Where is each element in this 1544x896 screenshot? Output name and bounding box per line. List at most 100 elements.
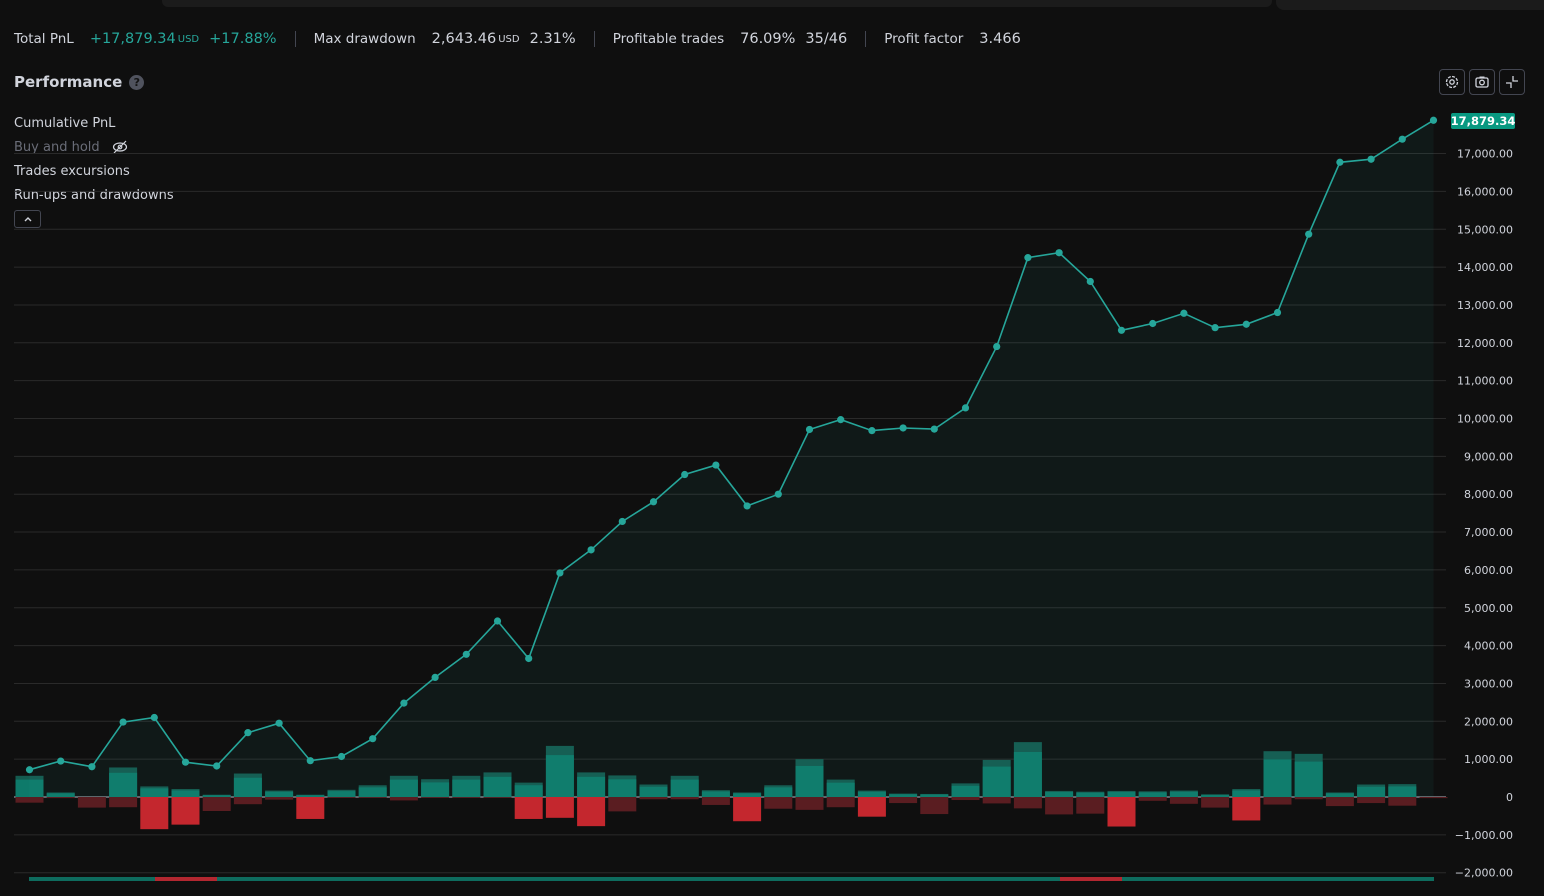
drawdown-bar — [389, 797, 418, 801]
cumulative-pnl-point — [556, 569, 564, 577]
drawdown-bar — [46, 797, 75, 799]
cumulative-pnl-point — [587, 546, 595, 554]
drawdown-bar — [1263, 797, 1292, 805]
drawdown-bar — [265, 797, 294, 800]
y-tick-label: 10,000.00 — [1457, 413, 1513, 426]
y-tick-label: 8,000.00 — [1464, 488, 1513, 501]
cumulative-pnl-point — [462, 650, 470, 658]
drawdown-bar — [920, 797, 949, 815]
drawdown-bar — [15, 797, 44, 803]
y-tick-label: 5,000.00 — [1464, 602, 1513, 615]
drawdown-bar — [639, 797, 668, 800]
drawdown-bar — [857, 797, 886, 817]
cumulative-pnl-point — [181, 758, 190, 766]
cumulative-pnl-point — [712, 461, 720, 469]
y-tick-label: 2,000.00 — [1464, 715, 1513, 728]
cumulative-pnl-point — [1398, 135, 1406, 143]
drawdown-bar — [233, 797, 262, 805]
cumulative-pnl-point — [525, 654, 533, 663]
drawdown-bar — [764, 797, 793, 809]
drawdown-bar — [171, 797, 200, 825]
drawdown-bar — [1388, 797, 1417, 806]
cumulative-pnl-point — [1180, 309, 1188, 317]
cumulative-pnl-point — [899, 424, 907, 432]
drawdown-bar — [77, 797, 106, 808]
cumulative-pnl-point — [961, 404, 970, 412]
drawdown-bar — [1138, 797, 1167, 801]
drawdown-bar — [1294, 797, 1323, 800]
cumulative-pnl-point — [369, 735, 377, 743]
last-value-badge: 17,879.34 — [1450, 113, 1516, 129]
y-tick-label: 3,000.00 — [1464, 677, 1513, 690]
cumulative-pnl-point — [57, 757, 65, 765]
cumulative-pnl-point — [1086, 277, 1094, 286]
drawdown-bar — [1169, 797, 1198, 804]
cumulative-pnl-point — [244, 729, 252, 737]
drawdown-bar — [577, 797, 606, 827]
drawdown-bar — [670, 797, 699, 800]
drawdown-bar — [608, 797, 637, 812]
cumulative-pnl-point — [618, 517, 626, 526]
drawdown-bar — [483, 797, 512, 798]
drawdown-bar — [202, 797, 231, 812]
cumulative-pnl-point — [1429, 116, 1438, 124]
cumulative-pnl-point — [1024, 254, 1032, 262]
timeline-bar — [29, 877, 1434, 881]
drawdown-bar — [545, 797, 574, 818]
drawdown-bar — [358, 797, 387, 798]
performance-chart[interactable]: 17,000.00 16,000.00 15,000.00 14,000.00 13,0… — [0, 0, 1544, 896]
y-tick-label: 1,000.00 — [1464, 753, 1513, 766]
drawdown-bar — [296, 797, 325, 819]
cumulative-pnl-point — [493, 617, 502, 625]
drawdown-bar — [109, 797, 138, 808]
cumulative-pnl-point — [805, 425, 814, 434]
y-tick-label: 4,000.00 — [1464, 640, 1513, 653]
y-tick-label: 6,000.00 — [1464, 564, 1513, 577]
y-tick-label: 7,000.00 — [1464, 526, 1513, 539]
cumulative-pnl-point — [1117, 326, 1126, 334]
cumulative-pnl-point — [930, 425, 938, 433]
cumulative-pnl-point — [306, 757, 314, 765]
y-tick-label: 13,000.00 — [1457, 299, 1513, 312]
y-tick-label: 15,000.00 — [1457, 223, 1513, 236]
cumulative-pnl-point — [1336, 158, 1344, 166]
drawdown-bar — [1357, 797, 1386, 804]
drawdown-bar — [701, 797, 730, 805]
cumulative-pnl-point — [1211, 324, 1219, 332]
timeline-loss-segment — [155, 877, 217, 881]
cumulative-pnl-point — [681, 470, 689, 479]
y-tick-label: 17,000.00 — [1457, 148, 1513, 161]
y-tick-label: 12,000.00 — [1457, 337, 1513, 350]
cumulative-pnl-point — [337, 752, 346, 761]
cumulative-pnl-point — [431, 673, 439, 681]
drawdown-bar — [327, 797, 356, 798]
cumulative-pnl-area — [29, 120, 1434, 798]
cumulative-pnl-point — [275, 719, 283, 727]
cumulative-pnl-point — [119, 718, 127, 726]
drawdown-bar — [826, 797, 855, 808]
cumulative-pnl-point — [743, 502, 751, 510]
drawdown-bar — [795, 797, 824, 810]
cumulative-pnl-point — [649, 498, 658, 506]
cumulative-pnl-point — [837, 416, 845, 424]
y-tick-label: −1,000.00 — [1455, 829, 1513, 842]
cumulative-pnl-point — [150, 713, 158, 722]
cumulative-pnl-point — [1055, 249, 1063, 257]
y-tick-label: 9,000.00 — [1464, 450, 1513, 463]
drawdown-bar — [1013, 797, 1042, 809]
drawdown-bar — [1076, 797, 1105, 814]
y-tick-label: 11,000.00 — [1457, 375, 1513, 388]
drawdown-bar — [421, 797, 450, 798]
timeline-loss-segment — [1060, 877, 1122, 881]
cumulative-pnl-point — [1242, 320, 1250, 328]
cumulative-pnl-point — [1273, 308, 1282, 317]
cumulative-pnl-point — [1149, 319, 1157, 328]
drawdown-bar — [452, 797, 481, 798]
y-tick-label: 14,000.00 — [1457, 261, 1513, 274]
cumulative-pnl-point — [88, 763, 96, 771]
cumulative-pnl-point — [25, 766, 34, 774]
drawdown-bar — [1325, 797, 1354, 807]
cumulative-pnl-point — [213, 762, 221, 770]
cumulative-pnl-point — [993, 342, 1001, 351]
cumulative-pnl-point — [774, 490, 782, 498]
